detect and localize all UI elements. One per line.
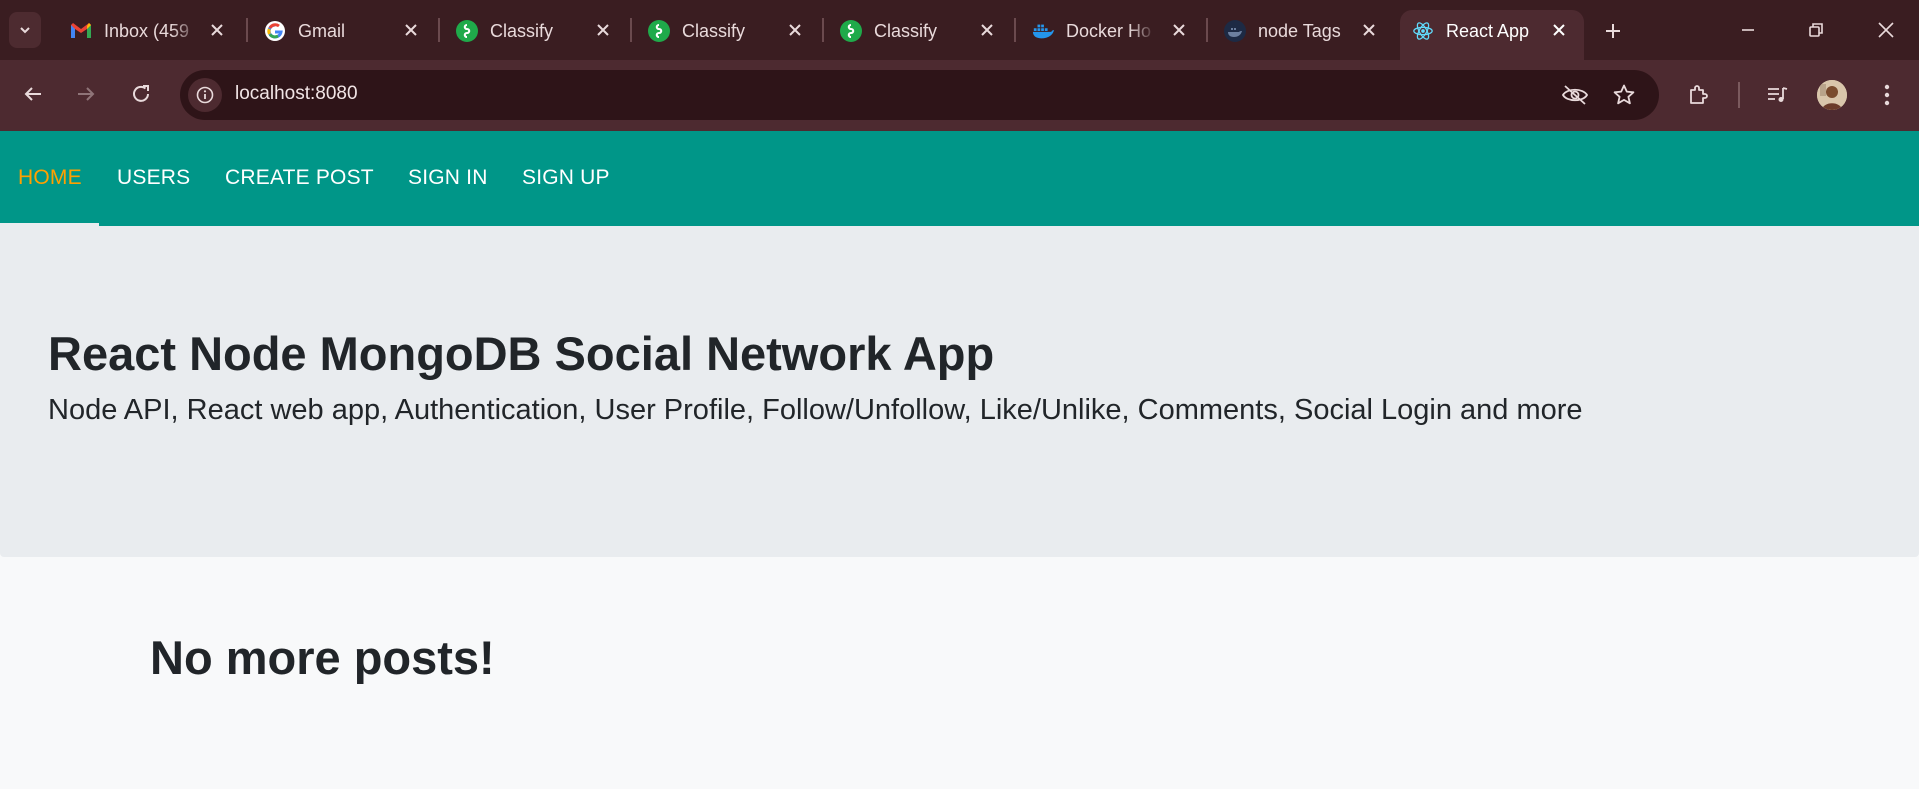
tab-separator (822, 18, 824, 42)
tab-separator (438, 18, 440, 42)
tab-inbox[interactable]: Inbox (459 (58, 10, 238, 52)
media-controls-button[interactable] (1761, 78, 1795, 112)
info-icon (196, 86, 214, 104)
close-icon[interactable] (1548, 19, 1570, 41)
plus-icon (1606, 24, 1620, 38)
tab-title: React App (1446, 21, 1530, 41)
jumbotron: React Node MongoDB Social Network App No… (0, 226, 1919, 557)
tab-react-app[interactable]: React App (1400, 10, 1584, 60)
nav-create-post-link[interactable]: CREATE POST (225, 166, 374, 190)
chevron-down-icon (20, 27, 30, 34)
tab-title: Classify (490, 21, 554, 41)
nav-sign-up-link[interactable]: SIGN UP (522, 166, 610, 190)
classify-icon (456, 20, 478, 42)
tab-classify-2[interactable]: Classify (636, 10, 816, 52)
page-content: HOME USERS CREATE POST SIGN IN SIGN UP R… (0, 131, 1919, 789)
minimize-icon (1742, 29, 1754, 31)
tab-separator (630, 18, 632, 42)
profile-avatar[interactable] (1817, 80, 1847, 110)
close-icon (1878, 22, 1894, 38)
media-queue-icon (1768, 87, 1788, 102)
tab-strip: Inbox (459 Gmail Classify Classify Class… (0, 0, 1919, 60)
classify-icon (648, 20, 670, 42)
arrow-left-icon (24, 87, 41, 101)
url-text: localhost:8080 (235, 83, 358, 104)
tab-docker-hub[interactable]: Docker Ho (1020, 10, 1200, 52)
nav-home-link[interactable]: HOME (18, 166, 82, 190)
tab-separator (1014, 18, 1016, 42)
tab-title: Classify (874, 21, 938, 41)
close-icon[interactable] (206, 19, 228, 41)
posts-status-heading: No more posts! (150, 631, 495, 684)
page-title: React Node MongoDB Social Network App (48, 327, 995, 380)
docker-hub-icon (1224, 20, 1246, 42)
close-icon[interactable] (1358, 19, 1380, 41)
extensions-button[interactable] (1682, 78, 1716, 112)
tab-title: Gmail (298, 21, 346, 41)
puzzle-icon (1690, 85, 1708, 104)
reload-button[interactable] (123, 76, 159, 112)
address-bar[interactable]: localhost:8080 (180, 70, 1659, 120)
nav-sign-in-link[interactable]: SIGN IN (408, 166, 488, 190)
forward-button[interactable] (68, 76, 104, 112)
tracking-protection-button[interactable] (1561, 81, 1589, 109)
tab-classify-1[interactable]: Classify (444, 10, 624, 52)
tab-separator (1206, 18, 1208, 42)
tab-classify-3[interactable]: Classify (828, 10, 1008, 52)
tab-title: node Tags (1258, 21, 1341, 41)
close-window-button[interactable] (1856, 10, 1916, 50)
avatar-icon (1817, 80, 1847, 110)
bookmark-button[interactable] (1610, 81, 1638, 109)
restore-icon (1809, 23, 1823, 37)
gmail-icon (70, 20, 92, 42)
close-icon[interactable] (784, 19, 806, 41)
star-icon (1613, 84, 1635, 105)
page-subtitle: Node API, React web app, Authentication,… (48, 394, 1583, 426)
tab-gmail[interactable]: Gmail (252, 10, 432, 52)
react-icon (1412, 20, 1434, 42)
tab-title: Inbox (459 (104, 21, 190, 41)
tab-separator (246, 18, 248, 42)
reload-icon (133, 85, 149, 102)
browser-toolbar: localhost:8080 (0, 60, 1919, 131)
close-icon[interactable] (400, 19, 422, 41)
minimize-button[interactable] (1718, 10, 1778, 50)
close-icon[interactable] (1168, 19, 1190, 41)
eye-off-icon (1561, 85, 1589, 105)
restore-button[interactable] (1786, 10, 1846, 50)
new-tab-button[interactable] (1598, 16, 1628, 46)
nav-users-link[interactable]: USERS (117, 166, 190, 190)
tab-title: Docker Ho (1066, 21, 1152, 41)
close-icon[interactable] (592, 19, 614, 41)
close-icon[interactable] (976, 19, 998, 41)
app-navbar: HOME USERS CREATE POST SIGN IN SIGN UP (0, 131, 1919, 226)
browser-menu-button[interactable] (1870, 78, 1904, 112)
back-button[interactable] (15, 76, 51, 112)
toolbar-divider (1738, 82, 1740, 108)
classify-icon (840, 20, 862, 42)
site-info-button[interactable] (188, 78, 222, 112)
tab-title: Classify (682, 21, 746, 41)
docker-icon (1032, 20, 1054, 42)
more-vertical-icon (1884, 84, 1890, 106)
google-icon (264, 20, 286, 42)
tab-node-tags[interactable]: node Tags (1212, 10, 1392, 52)
arrow-right-icon (78, 87, 95, 101)
tab-search-button[interactable] (9, 12, 41, 48)
